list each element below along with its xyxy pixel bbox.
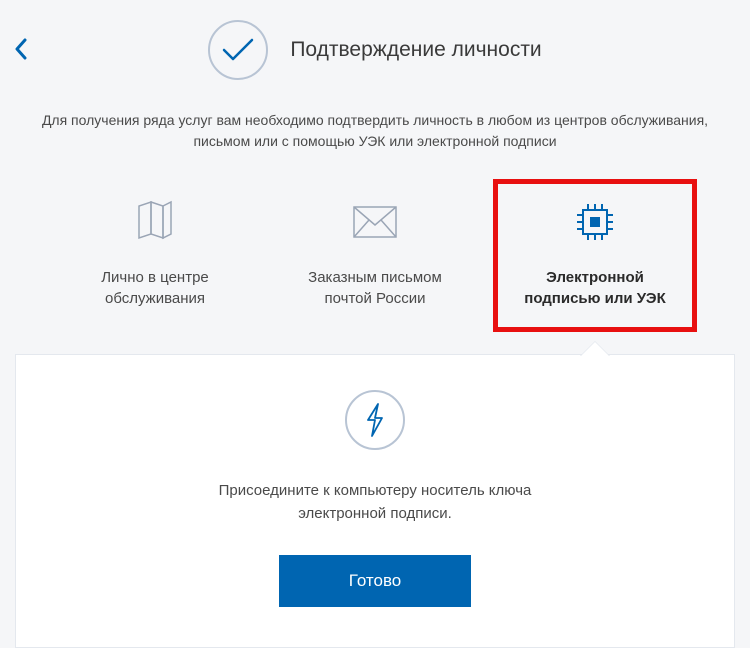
verification-options: Лично в центре обслуживания Заказным пис… xyxy=(0,187,750,334)
option-mail[interactable]: Заказным письмом почтой России xyxy=(265,187,485,334)
back-button[interactable] xyxy=(14,38,28,65)
panel-instruction: Присоедините к компьютеру носитель ключа… xyxy=(46,480,704,525)
ready-button[interactable]: Готово xyxy=(279,555,472,607)
option-in-person[interactable]: Лично в центре обслуживания xyxy=(45,187,265,334)
envelope-icon xyxy=(285,197,465,247)
page-title: Подтверждение личности xyxy=(290,38,541,62)
header: Подтверждение личности xyxy=(0,0,750,110)
option-esignature[interactable]: Электронной подписью или УЭК xyxy=(485,187,705,334)
chip-icon xyxy=(505,197,685,247)
esignature-panel: Присоедините к компьютеру носитель ключа… xyxy=(15,354,735,648)
flash-icon xyxy=(345,390,405,450)
checkmark-icon xyxy=(208,20,268,80)
map-icon xyxy=(65,197,245,247)
caret-icon xyxy=(581,342,609,356)
description-text: Для получения ряда услуг вам необходимо … xyxy=(0,110,750,152)
option-label: Лично в центре обслуживания xyxy=(65,267,245,309)
option-label: Электронной подписью или УЭК xyxy=(505,267,685,309)
option-label: Заказным письмом почтой России xyxy=(285,267,465,309)
